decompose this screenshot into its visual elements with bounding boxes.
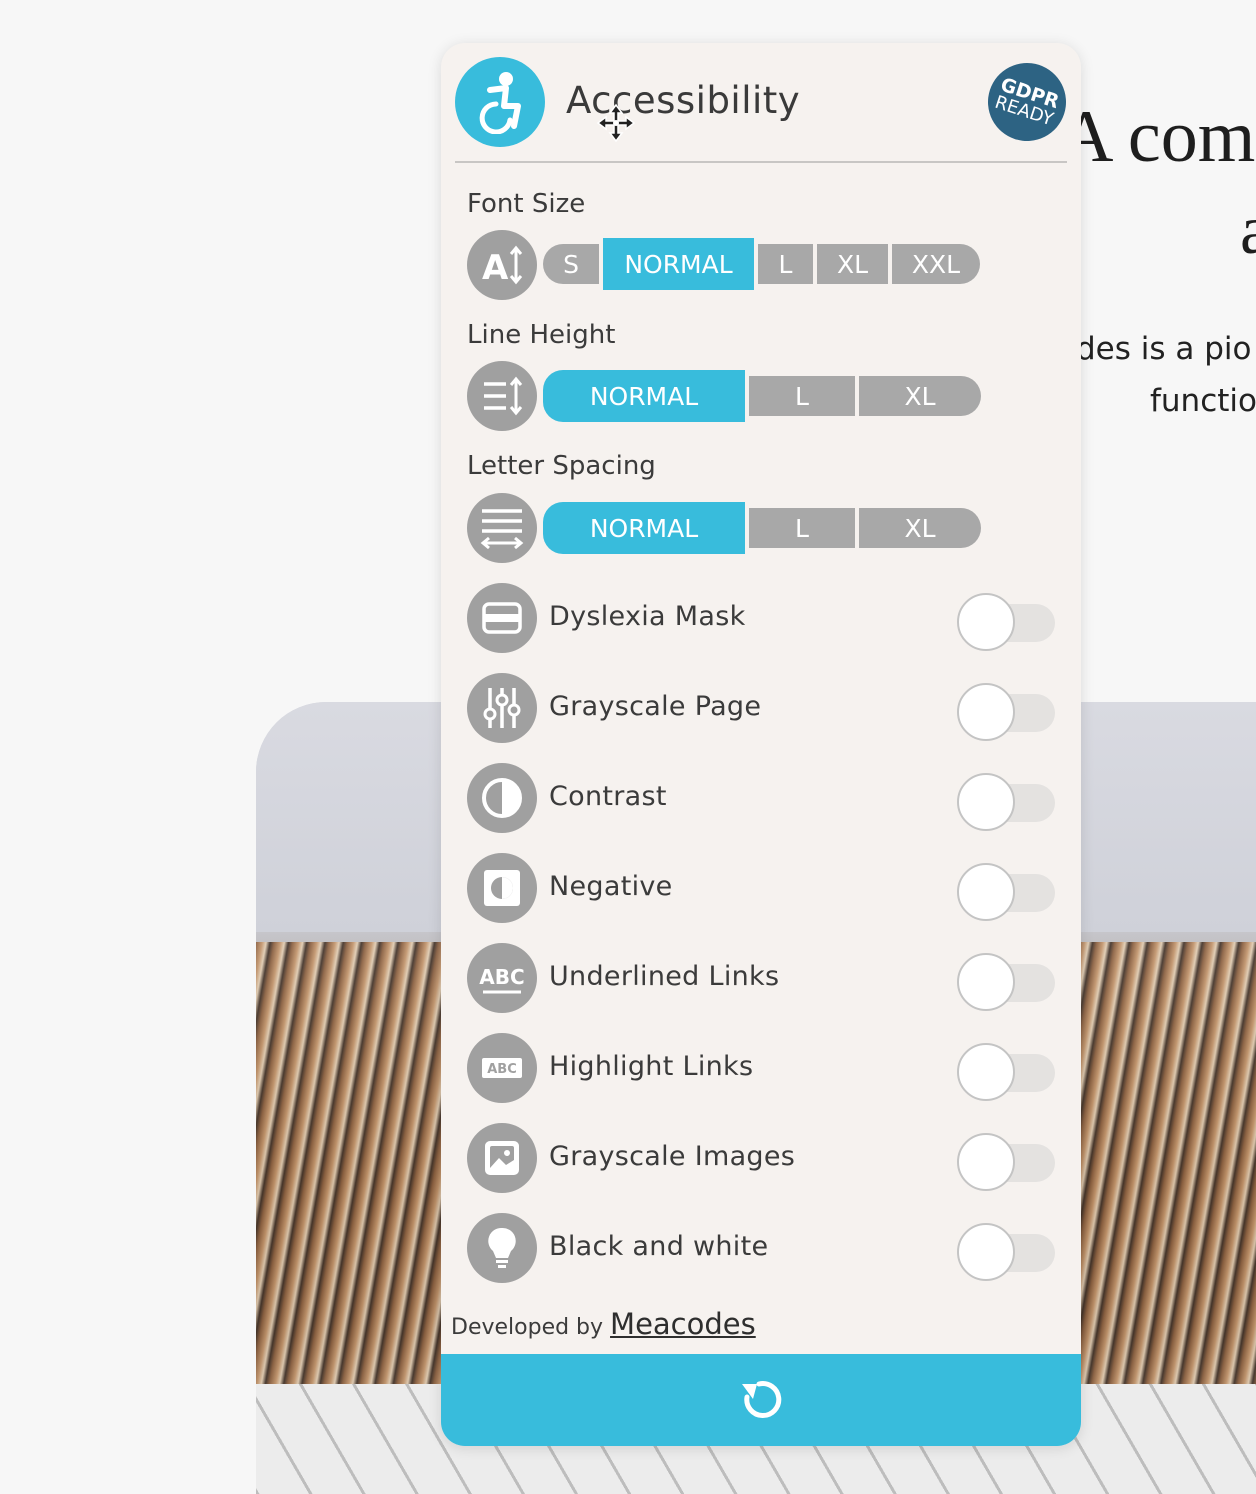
line-height-selector: NORMAL L XL xyxy=(543,370,981,422)
font-size-icon: A xyxy=(467,230,537,300)
line-height-option-normal[interactable]: NORMAL xyxy=(543,370,745,422)
svg-text:ABC: ABC xyxy=(479,965,524,989)
grayscale-images-toggle[interactable] xyxy=(957,1133,1055,1191)
letter-spacing-option-xl[interactable]: XL xyxy=(859,508,981,548)
line-height-icon xyxy=(467,361,537,431)
font-size-option-xxl[interactable]: XXL xyxy=(892,244,980,284)
underlined-links-toggle[interactable] xyxy=(957,953,1055,1011)
letter-spacing-option-l[interactable]: L xyxy=(749,508,855,548)
image-icon xyxy=(467,1123,537,1193)
grayscale-images-label: Grayscale Images xyxy=(549,1141,796,1172)
reset-icon xyxy=(742,1381,782,1418)
font-size-option-s[interactable]: S xyxy=(543,244,599,284)
accessibility-panel: Accessibility GDPR READY Font Size A S N… xyxy=(441,43,1081,1446)
font-size-label: Font Size xyxy=(467,189,586,219)
line-height-option-xl[interactable]: XL xyxy=(859,376,981,416)
meacodes-link[interactable]: Meacodes xyxy=(610,1307,756,1341)
abc-underline-icon: ABC xyxy=(467,943,537,1013)
font-size-option-normal[interactable]: NORMAL xyxy=(603,238,754,290)
negative-toggle[interactable] xyxy=(957,863,1055,921)
accessibility-logo-icon xyxy=(455,57,545,147)
dyslexia-mask-toggle[interactable] xyxy=(957,593,1055,651)
black-and-white-toggle[interactable] xyxy=(957,1223,1055,1281)
abc-highlight-icon: ABC xyxy=(467,1033,537,1103)
background-paragraph-line2: functio xyxy=(1150,383,1256,419)
header-divider xyxy=(455,161,1067,163)
negative-icon xyxy=(467,853,537,923)
contrast-label: Contrast xyxy=(549,781,667,812)
letter-spacing-label: Letter Spacing xyxy=(467,451,656,481)
sliders-icon xyxy=(467,673,537,743)
negative-label: Negative xyxy=(549,871,673,902)
letter-spacing-selector: NORMAL L XL xyxy=(543,502,981,554)
font-size-selector: S NORMAL L XL XXL xyxy=(543,238,980,290)
black-and-white-label: Black and white xyxy=(549,1231,769,1262)
highlight-links-toggle[interactable] xyxy=(957,1043,1055,1101)
contrast-toggle[interactable] xyxy=(957,773,1055,831)
letter-spacing-icon xyxy=(467,493,537,563)
dyslexia-mask-label: Dyslexia Mask xyxy=(549,601,746,632)
background-heading-line2: a xyxy=(1240,192,1256,269)
underlined-links-label: Underlined Links xyxy=(549,961,780,992)
letter-spacing-option-normal[interactable]: NORMAL xyxy=(543,502,745,554)
lightbulb-icon xyxy=(467,1213,537,1283)
panel-header[interactable]: Accessibility GDPR READY xyxy=(441,43,1081,163)
grayscale-page-toggle[interactable] xyxy=(957,683,1055,741)
dyslexia-mask-icon xyxy=(467,583,537,653)
highlight-links-label: Highlight Links xyxy=(549,1051,754,1082)
svg-text:A: A xyxy=(482,248,509,287)
font-size-option-xl[interactable]: XL xyxy=(817,244,888,284)
line-height-option-l[interactable]: L xyxy=(749,376,855,416)
background-paragraph: des is a pio xyxy=(1076,331,1252,367)
contrast-icon xyxy=(467,763,537,833)
svg-text:ABC: ABC xyxy=(487,1062,517,1077)
font-size-option-l[interactable]: L xyxy=(758,244,813,284)
grayscale-page-label: Grayscale Page xyxy=(549,691,762,722)
developed-by: Developed by Meacodes xyxy=(451,1307,756,1341)
move-cursor-icon xyxy=(596,103,636,148)
reset-button[interactable] xyxy=(441,1354,1081,1446)
line-height-label: Line Height xyxy=(467,320,616,350)
gdpr-badge: GDPR READY xyxy=(977,52,1077,152)
background-heading: A com xyxy=(1060,96,1256,178)
